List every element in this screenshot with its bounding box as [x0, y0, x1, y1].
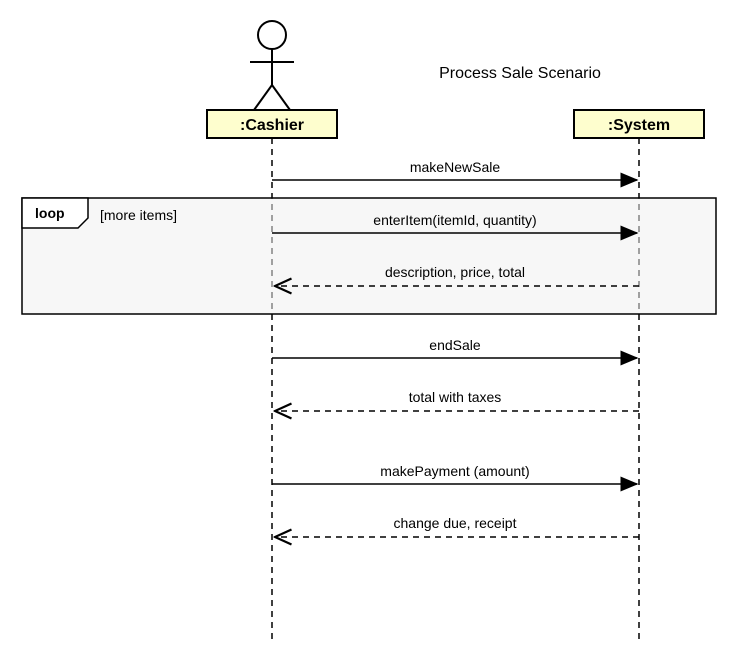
- actor-cashier: [250, 21, 294, 110]
- message-label: description, price, total: [385, 264, 525, 280]
- participant-cashier-label: :Cashier: [240, 117, 304, 134]
- message-label: change due, receipt: [394, 515, 517, 531]
- message-makeNewSale: makeNewSale: [272, 159, 637, 180]
- diagram-title: Process Sale Scenario: [439, 65, 601, 82]
- loop-kind-label: loop: [35, 205, 65, 221]
- message-label: total with taxes: [409, 389, 502, 405]
- message-label: makeNewSale: [410, 159, 500, 175]
- message-label: enterItem(itemId, quantity): [373, 212, 536, 228]
- message-change-return: change due, receipt: [275, 515, 639, 537]
- message-makePayment: makePayment (amount): [272, 463, 637, 484]
- participant-system-header: :System: [574, 110, 704, 138]
- participant-system-label: :System: [608, 117, 670, 134]
- message-endSale: endSale: [272, 337, 637, 358]
- message-total-return: total with taxes: [275, 389, 639, 411]
- loop-fragment: loop [more items]: [22, 198, 716, 314]
- message-label: makePayment (amount): [380, 463, 529, 479]
- loop-guard: [more items]: [100, 207, 177, 223]
- sequence-diagram: Process Sale Scenario :Cashier :System m…: [0, 0, 750, 660]
- participant-cashier-header: :Cashier: [207, 110, 337, 138]
- message-label: endSale: [429, 337, 481, 353]
